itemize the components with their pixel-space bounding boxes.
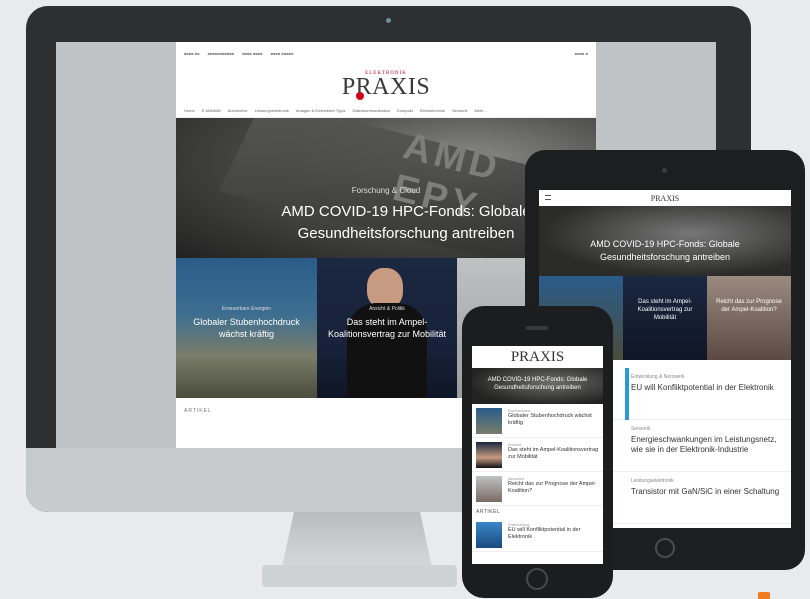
list-item-text: Aktuelles Reicht das zur Prognose der Am…: [508, 476, 599, 501]
list-item-title[interactable]: EU will Konfliktpotential in der Elektro…: [508, 527, 599, 541]
teaser-tile[interactable]: Erneuerbare Energien Globaler Stubenhoch…: [176, 258, 317, 398]
person-head-image: [367, 268, 403, 308]
phone-device: PRAXIS AMD COVID-19 HPC-Fonds: Globale G…: [462, 306, 613, 598]
list-item[interactable]: Erneuerbare Globaler Stubenhochdruck wäc…: [472, 404, 603, 438]
list-item-title[interactable]: Globaler Stubenhochdruck wächst kräftig: [508, 413, 599, 427]
home-button[interactable]: [526, 568, 548, 590]
list-item-title[interactable]: EU will Konfliktpotential in der Elektro…: [631, 383, 781, 393]
tile-title[interactable]: Das steht im Ampel-Koalitionsvertrag zur…: [323, 316, 451, 340]
topbar-right[interactable]: ■■■■ ■: [575, 51, 588, 56]
topbar-link[interactable]: ■■■■ ■■■■: [242, 51, 262, 56]
speaker-icon: [526, 326, 548, 330]
phone-hero-title[interactable]: AMD COVID-19 HPC-Fonds: Globale Gesundhe…: [476, 376, 599, 392]
tablet-tile-title[interactable]: Reicht das zur Prognose der Ampel-Koalit…: [711, 298, 787, 314]
tablet-logo[interactable]: PRAXIS: [651, 194, 679, 203]
logo-brand: PRAXIS: [341, 73, 431, 100]
section-label: ARTIKEL: [476, 509, 501, 515]
phone-screen: PRAXIS AMD COVID-19 HPC-Fonds: Globale G…: [472, 346, 603, 564]
tile-kicker: Ansicht & Politik: [369, 306, 405, 312]
nav-item[interactable]: Kompakt: [397, 108, 413, 113]
nav-item[interactable]: Datenkommunikation: [352, 108, 390, 113]
thumbnail-image: [476, 476, 502, 502]
monitor-stand-base: [262, 565, 457, 587]
nav-item[interactable]: Anlagen & Embedded Tipps: [296, 108, 346, 113]
tablet-tile[interactable]: Das steht im Ampel-Koalitionsvertrag zur…: [623, 276, 707, 360]
tablet-header: PRAXIS: [539, 190, 791, 206]
monitor-stand-neck: [282, 512, 432, 567]
list-item[interactable]: Ansicht Das steht im Ampel-Koalitionsver…: [472, 438, 603, 472]
list-item-title[interactable]: Reicht das zur Prognose der Ampel-Koalit…: [508, 481, 599, 495]
section-label: ARTIKEL: [184, 408, 212, 414]
site-topbar: ■■■■ ■■ ■■■■■■■■■■■ ■■■■ ■■■■ ■■■■ ■■■■■…: [176, 42, 596, 64]
tile-kicker: Erneuerbare Energien: [221, 306, 272, 312]
list-item-kicker: Leistungselektronik: [631, 478, 674, 484]
list-item-kicker: Entwicklung & Netzwerk: [631, 374, 685, 380]
accent-strip: [625, 368, 629, 420]
topbar-link[interactable]: ■■■■ ■■: [184, 51, 200, 56]
nav-item[interactable]: E-Mobilität: [202, 108, 221, 113]
tile-title[interactable]: Globaler Stubenhochdruck wächst kräftig: [182, 316, 311, 340]
nav-item[interactable]: Home: [184, 108, 195, 113]
list-item-text: Ansicht Das steht im Ampel-Koalitionsver…: [508, 442, 599, 467]
thumbnail-image: [476, 408, 502, 434]
camera-icon: [662, 168, 667, 173]
responsive-devices-mockup: ■■■■ ■■ ■■■■■■■■■■■ ■■■■ ■■■■ ■■■■ ■■■■■…: [0, 0, 810, 599]
list-item-text: Entwicklung EU will Konfliktpotential in…: [508, 522, 599, 547]
nav-item[interactable]: Automotive: [228, 108, 248, 113]
nav-item[interactable]: Leistungselektronik: [255, 108, 289, 113]
list-item-title[interactable]: Das steht im Ampel-Koalitionsvertrag zur…: [508, 447, 599, 461]
list-item-title[interactable]: Transistor mit GaN/SiC in einer Schaltun…: [631, 487, 781, 497]
site-nav: Home E-Mobilität Automotive Leistungsele…: [176, 104, 596, 118]
hamburger-menu-icon[interactable]: [545, 195, 551, 200]
nav-item[interactable]: Sensorik: [452, 108, 468, 113]
list-item[interactable]: Entwicklung EU will Konfliktpotential in…: [472, 518, 603, 552]
phone-logo[interactable]: PRAXIS: [472, 346, 603, 368]
tablet-hero[interactable]: AMD COVID-19 HPC-Fonds: Globale Gesundhe…: [539, 206, 791, 276]
tablet-tile-title[interactable]: Das steht im Ampel-Koalitionsvertrag zur…: [627, 298, 703, 322]
corner-badge-icon: [758, 592, 770, 599]
logo-dot-icon: [356, 92, 364, 100]
list-item-title[interactable]: Energieschwankungen im Leistungsnetz, wi…: [631, 435, 781, 455]
list-item-kicker: Sensorik: [631, 426, 651, 432]
tablet-hero-title[interactable]: AMD COVID-19 HPC-Fonds: Globale Gesundhe…: [549, 238, 781, 264]
thumbnail-image: [476, 522, 502, 548]
topbar-link[interactable]: ■■■■■■■■■■■: [208, 51, 235, 56]
nav-item[interactable]: Elektrotechnik: [420, 108, 445, 113]
home-button[interactable]: [655, 538, 675, 558]
nav-item[interactable]: Mehr...: [475, 108, 487, 113]
list-item[interactable]: Aktuelles Reicht das zur Prognose der Am…: [472, 472, 603, 506]
topbar-link[interactable]: ■■■■ ■■■■■: [271, 51, 294, 56]
thumbnail-image: [476, 442, 502, 468]
phone-hero[interactable]: AMD COVID-19 HPC-Fonds: Globale Gesundhe…: [472, 368, 603, 404]
list-item-text: Erneuerbare Globaler Stubenhochdruck wäc…: [508, 408, 599, 433]
site-logo[interactable]: ELEKTRONIK PRAXIS: [176, 64, 596, 104]
camera-icon: [386, 18, 391, 23]
tablet-tile[interactable]: Reicht das zur Prognose der Ampel-Koalit…: [707, 276, 791, 360]
teaser-tile[interactable]: Ansicht & Politik Das steht im Ampel-Koa…: [317, 258, 457, 398]
